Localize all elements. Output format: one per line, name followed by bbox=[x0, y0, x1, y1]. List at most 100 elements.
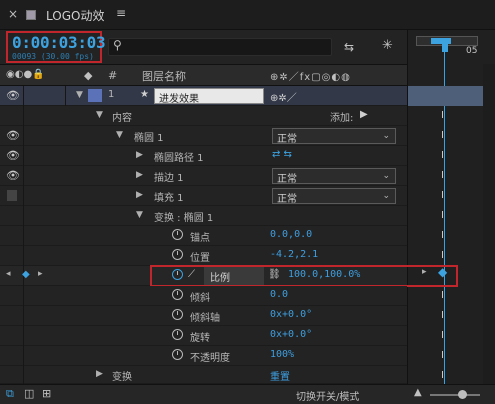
column-number: # bbox=[108, 69, 118, 82]
zoom-slider[interactable] bbox=[430, 394, 480, 396]
close-tab-icon[interactable]: × bbox=[8, 7, 18, 21]
blend-mode-dropdown[interactable]: 正常 ⌄ bbox=[272, 128, 396, 145]
visibility-eye-icon[interactable]: 👁 bbox=[6, 169, 20, 182]
shape-layer-star-icon: ★ bbox=[140, 89, 149, 100]
skew-axis-label: 倾斜轴 bbox=[190, 313, 220, 324]
keyframe-marker: I bbox=[441, 230, 444, 241]
expand-chevron-icon[interactable]: ▼ bbox=[96, 110, 103, 120]
add-play-icon[interactable]: ▶ bbox=[360, 109, 368, 120]
stopwatch-icon[interactable] bbox=[172, 349, 183, 360]
keyframe-marker: I bbox=[441, 150, 444, 161]
layer-column-header: ◉◐●🔒 ◆ # 图层名称 ⊕✲／fx▢◎◐◍ bbox=[0, 64, 407, 86]
property-row-fill: ▶ 填充 1 正常 ⌄ bbox=[0, 186, 407, 206]
chevron-down-icon: ⌄ bbox=[382, 131, 390, 141]
prev-keyframe-icon[interactable]: ◂ bbox=[6, 269, 11, 279]
property-row-stroke: 👁 ▶ 描边 1 正常 ⌄ bbox=[0, 166, 407, 186]
next-keyframe-icon[interactable]: ▸ bbox=[38, 269, 43, 279]
add-keyframe-icon[interactable]: ◆ bbox=[22, 269, 30, 280]
fill-label: 填充 1 bbox=[154, 193, 184, 204]
stopwatch-icon[interactable] bbox=[172, 249, 183, 260]
expand-chevron-icon[interactable]: ▶ bbox=[136, 170, 143, 180]
work-area-range[interactable] bbox=[431, 38, 451, 44]
property-row-skew-axis: 倾斜轴 0x+0.0° bbox=[0, 306, 407, 326]
property-row-ellipse: 👁 ▼ 椭圆 1 正常 ⌄ bbox=[0, 126, 407, 146]
keyframe-marker: I bbox=[441, 370, 444, 381]
column-layer-name[interactable]: 图层名称 bbox=[142, 68, 186, 84]
position-value[interactable]: -4.2,2.1 bbox=[270, 249, 318, 260]
opacity-label: 不透明度 bbox=[190, 353, 230, 364]
path-direction-icon[interactable]: ⇄ ⇆ bbox=[272, 149, 292, 160]
visibility-eye-icon[interactable]: 👁 bbox=[6, 149, 20, 162]
composition-icon bbox=[26, 10, 36, 20]
property-row-opacity: 不透明度 100% bbox=[0, 346, 407, 366]
reset-link[interactable]: 重置 bbox=[270, 368, 290, 383]
stopwatch-icon[interactable] bbox=[172, 289, 183, 300]
expand-chevron-icon[interactable]: ▼ bbox=[76, 90, 83, 100]
property-row-skew: 倾斜 0.0 bbox=[0, 286, 407, 306]
draft-3d-icon[interactable]: ✳ bbox=[382, 38, 393, 53]
graph-editor-icon[interactable]: ⊞ bbox=[42, 387, 51, 400]
property-row-transform-ellipse: ▼ 变换 : 椭圆 1 bbox=[0, 206, 407, 226]
keyframe-marker: I bbox=[441, 350, 444, 361]
layer-label-color[interactable] bbox=[88, 89, 102, 102]
chevron-down-icon: ⌄ bbox=[382, 191, 390, 201]
switches-icons: ⊕✲／fx▢◎◐◍ bbox=[270, 72, 351, 83]
property-row-position: 位置 -4.2,2.1 bbox=[0, 246, 407, 266]
add-menu-label[interactable]: 添加: bbox=[330, 109, 353, 124]
keyframe-marker: I bbox=[441, 250, 444, 261]
skew-value[interactable]: 0.0 bbox=[270, 289, 288, 300]
layer-row[interactable]: 👁 ▼ 1 ★ 进发效果 ⊕✲／ bbox=[0, 86, 407, 106]
zoom-slider-thumb[interactable] bbox=[458, 390, 467, 399]
expand-chevron-icon[interactable]: ▶ bbox=[96, 369, 103, 379]
visibility-toggle-off[interactable] bbox=[7, 190, 17, 201]
expand-chevron-icon[interactable]: ▼ bbox=[136, 210, 143, 220]
layer-search-input[interactable] bbox=[108, 38, 332, 56]
layer-name: 进发效果 bbox=[159, 94, 199, 105]
timeline-panel[interactable]: 05 I I I I I I I I ▸ ◆ I I I I I bbox=[407, 30, 495, 390]
rotation-label: 旋转 bbox=[190, 333, 210, 344]
opacity-value[interactable]: 100% bbox=[270, 349, 294, 360]
keyframe-marker: I bbox=[441, 310, 444, 321]
layer-duration-bar[interactable] bbox=[408, 86, 484, 106]
blend-mode-dropdown[interactable]: 正常 ⌄ bbox=[272, 168, 396, 185]
panel-menu-icon[interactable]: ≡ bbox=[116, 6, 126, 20]
zoom-out-icon[interactable]: ▲ bbox=[414, 387, 422, 398]
expand-chevron-icon[interactable]: ▶ bbox=[136, 150, 143, 160]
playhead-handle[interactable] bbox=[442, 42, 448, 52]
expand-chevron-icon[interactable]: ▼ bbox=[116, 130, 123, 140]
keyframe-marker: I bbox=[441, 290, 444, 301]
property-row-content: ▼ 内容 添加: ▶ bbox=[0, 106, 407, 126]
skew-label: 倾斜 bbox=[190, 293, 210, 304]
position-label: 位置 bbox=[190, 253, 210, 264]
rotation-value[interactable]: 0x+0.0° bbox=[270, 329, 312, 340]
expand-chevron-icon[interactable]: ▶ bbox=[136, 190, 143, 200]
stroke-label: 描边 1 bbox=[154, 173, 184, 184]
transform-ellipse-label: 变换 : 椭圆 1 bbox=[154, 213, 214, 224]
keyframe-marker: I bbox=[441, 110, 444, 121]
ellipse-path-label: 椭圆路径 1 bbox=[154, 153, 204, 164]
keyframe-marker: I bbox=[441, 210, 444, 221]
vertical-scrollbar[interactable] bbox=[483, 64, 495, 384]
time-ruler-label: 05 bbox=[466, 46, 478, 56]
toggle-switches-modes-button[interactable]: 切换开关/模式 bbox=[296, 388, 359, 403]
skew-axis-value[interactable]: 0x+0.0° bbox=[270, 309, 312, 320]
blend-mode-dropdown[interactable]: 正常 ⌄ bbox=[272, 188, 396, 205]
visibility-eye-icon[interactable]: 👁 bbox=[6, 89, 20, 102]
layer-switches-toggle-icon[interactable]: ◫ bbox=[24, 387, 34, 400]
layer-name-field[interactable]: 进发效果 bbox=[154, 88, 264, 105]
anchor-value[interactable]: 0.0,0.0 bbox=[270, 229, 312, 240]
av-switches-icon: ◉◐●🔒 bbox=[6, 69, 45, 80]
bottom-toolbar: ⧉ ◫ ⊞ 切换开关/模式 ▲ bbox=[0, 384, 495, 404]
composition-title[interactable]: LOGO动效 bbox=[46, 7, 104, 24]
comp-mini-icon[interactable]: ⧉ bbox=[6, 387, 14, 401]
comp-flowchart-icon[interactable]: ⇆ bbox=[344, 40, 354, 54]
stopwatch-icon[interactable] bbox=[172, 229, 183, 240]
stopwatch-icon[interactable] bbox=[172, 329, 183, 340]
label-tag-icon: ◆ bbox=[84, 69, 93, 82]
panel-tab-bar: × LOGO动效 ≡ bbox=[0, 0, 495, 30]
stopwatch-icon[interactable] bbox=[172, 309, 183, 320]
property-row-ellipse-path: 👁 ▶ 椭圆路径 1 ⇄ ⇆ bbox=[0, 146, 407, 166]
visibility-eye-icon[interactable]: 👁 bbox=[6, 129, 20, 142]
current-time-display[interactable]: 0:00:03:03 bbox=[12, 33, 106, 52]
layer-switches-icon[interactable]: ⊕✲／ bbox=[270, 89, 297, 104]
